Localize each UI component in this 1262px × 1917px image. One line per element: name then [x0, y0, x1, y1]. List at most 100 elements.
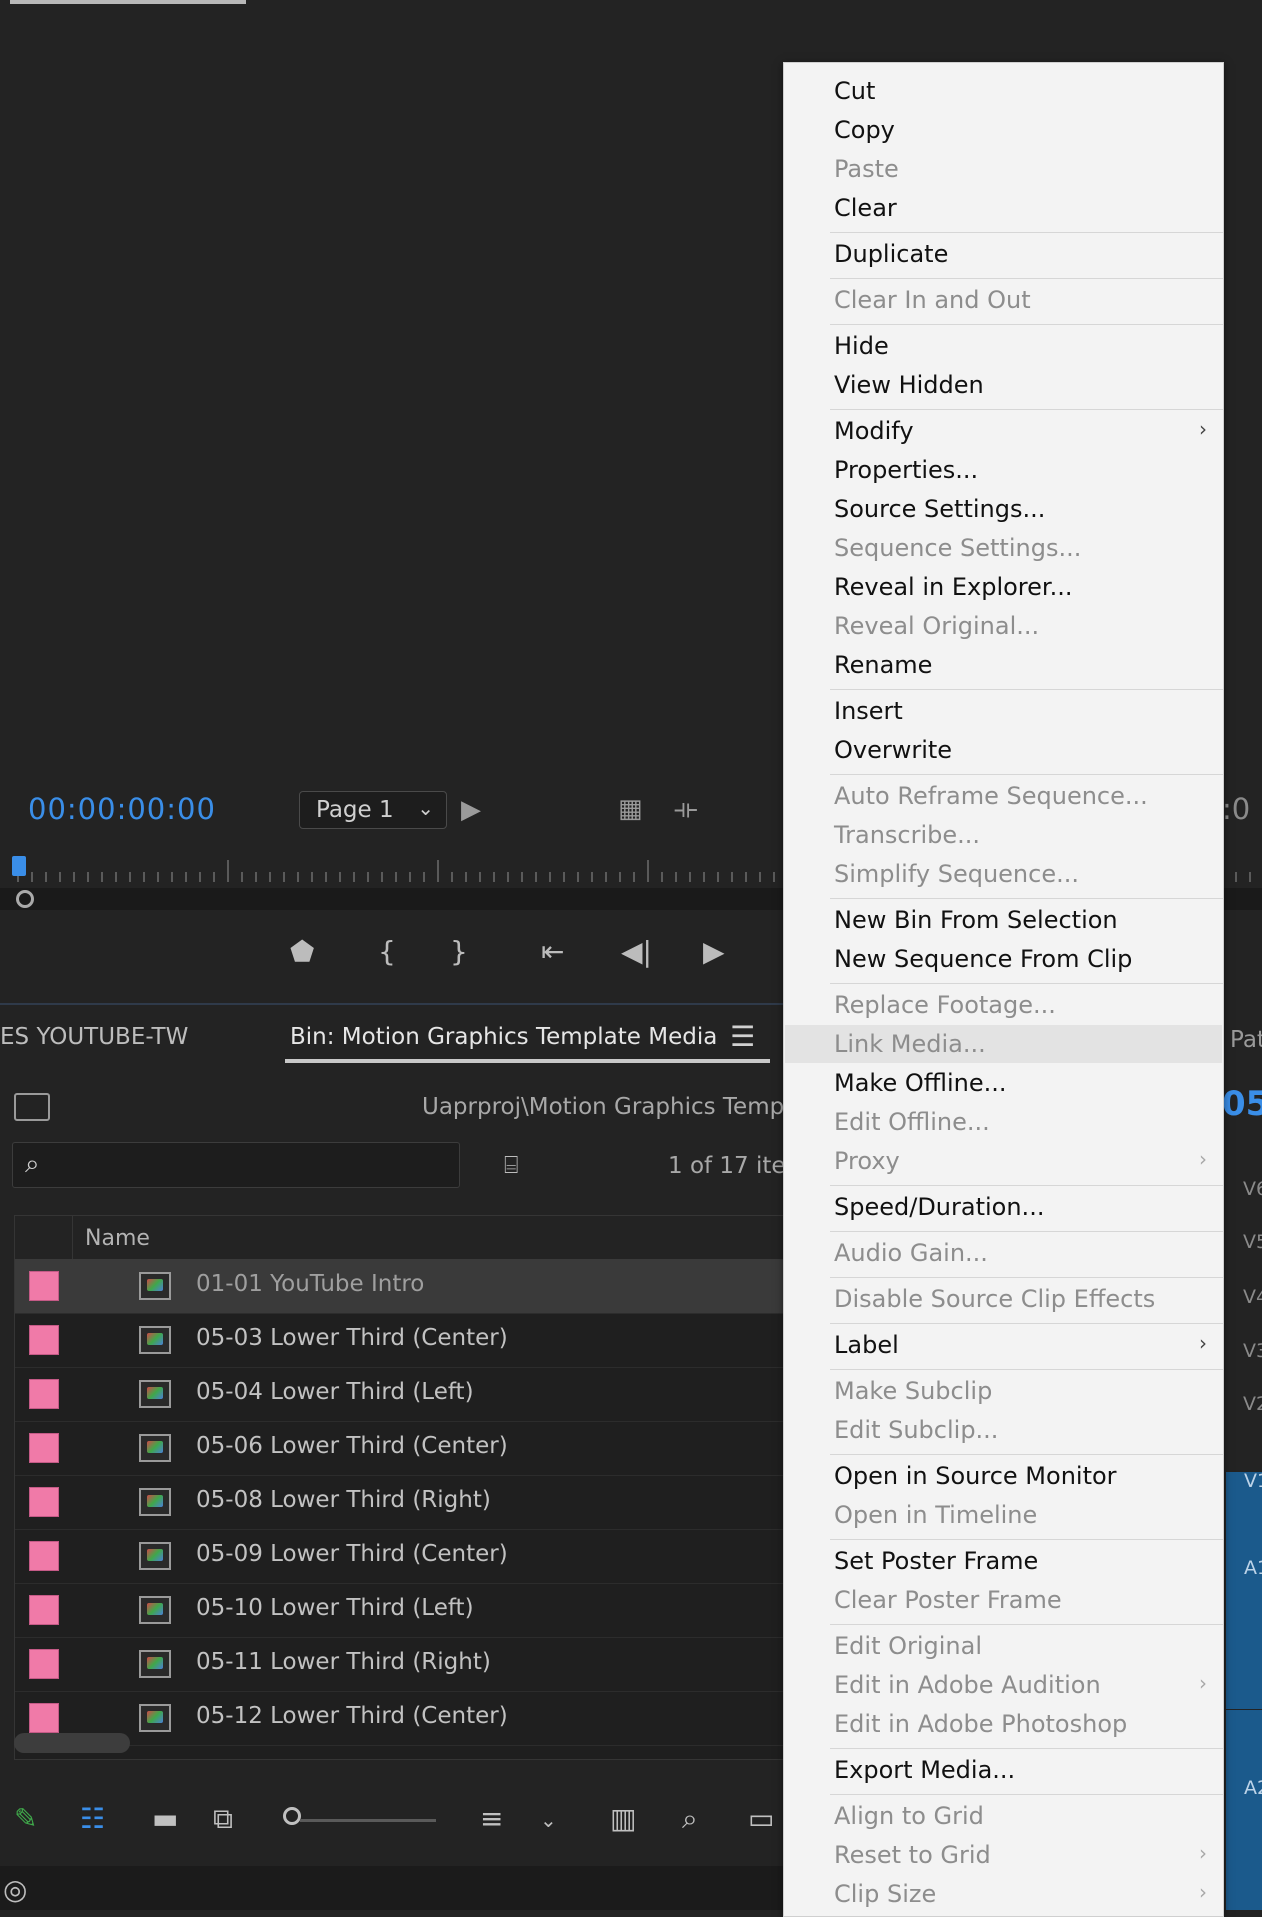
menu-item-clip-size[interactable]: Clip Size — [834, 1880, 936, 1908]
menu-item-view-hidden[interactable]: View Hidden — [834, 371, 984, 399]
menu-item-open-in-timeline[interactable]: Open in Timeline — [834, 1501, 1037, 1529]
freeform-view-icon[interactable]: ⧉ — [213, 1802, 233, 1836]
playhead-timecode[interactable]: 00:00:00:00 — [28, 792, 216, 826]
zoom-slider-track[interactable] — [300, 1819, 436, 1822]
menu-item-edit-in-adobe-photoshop[interactable]: Edit in Adobe Photoshop — [834, 1710, 1127, 1738]
sort-icon[interactable]: ≡ — [480, 1802, 503, 1835]
menu-separator — [830, 324, 1223, 325]
menu-item-edit-subclip[interactable]: Edit Subclip... — [834, 1416, 998, 1444]
menu-item-edit-offline[interactable]: Edit Offline... — [834, 1108, 990, 1136]
menu-item-simplify-sequence[interactable]: Simplify Sequence... — [834, 860, 1079, 888]
menu-item-overwrite[interactable]: Overwrite — [834, 736, 952, 764]
menu-item-edit-in-adobe-audition[interactable]: Edit in Adobe Audition — [834, 1671, 1101, 1699]
list-item[interactable]: 05-10 Lower Third (Left) — [15, 1583, 784, 1638]
menu-item-edit-original[interactable]: Edit Original — [834, 1632, 982, 1660]
menu-item-make-offline[interactable]: Make Offline... — [834, 1069, 1006, 1097]
item-name: 01-01 YouTube Intro — [196, 1271, 425, 1297]
mark-out-icon[interactable]: } — [450, 935, 468, 968]
list-item[interactable]: 05-12 Lower Third (Center) — [15, 1691, 784, 1746]
menu-item-align-to-grid[interactable]: Align to Grid — [834, 1802, 984, 1830]
list-item[interactable]: 05-06 Lower Third (Center) — [15, 1421, 784, 1476]
menu-item-auto-reframe-sequence[interactable]: Auto Reframe Sequence... — [834, 782, 1148, 810]
list-view-icon[interactable]: ☷ — [80, 1802, 105, 1835]
automate-to-sequence-icon[interactable]: ▥ — [610, 1802, 636, 1835]
menu-item-reset-to-grid[interactable]: Reset to Grid — [834, 1841, 991, 1869]
list-item[interactable]: 01-01 YouTube Intro — [15, 1259, 784, 1314]
icon-view-icon[interactable]: ▬ — [152, 1802, 178, 1835]
chevron-down-icon[interactable]: ⌄ — [540, 1808, 557, 1832]
project-item-list[interactable]: Name 01-01 YouTube Intro 05-03 Lower Thir… — [14, 1215, 785, 1760]
track-a-selected[interactable] — [1226, 1710, 1262, 1910]
horizontal-scrollbar[interactable] — [14, 1733, 130, 1753]
add-marker-icon[interactable]: ⬟ — [290, 935, 314, 968]
menu-item-link-media[interactable]: Link Media... — [834, 1030, 986, 1058]
mogrt-clip-icon — [139, 1434, 171, 1462]
list-item[interactable]: 05-11 Lower Third (Right) — [15, 1637, 784, 1692]
menu-separator — [830, 1748, 1223, 1749]
menu-item-set-poster-frame[interactable]: Set Poster Frame — [834, 1547, 1038, 1575]
menu-item-modify[interactable]: Modify — [834, 417, 914, 445]
context-menu[interactable]: Cut Copy Paste Clear Duplicate Clear In and O… — [783, 62, 1224, 1917]
menu-item-proxy[interactable]: Proxy — [834, 1147, 900, 1175]
tab-bin[interactable]: Bin: Motion Graphics Template Media — [290, 1024, 717, 1050]
list-item[interactable]: 05-03 Lower Third (Center) — [15, 1313, 784, 1368]
hamburger-icon[interactable]: ☰ — [730, 1020, 755, 1053]
play-icon[interactable]: ▶ — [703, 935, 725, 968]
menu-item-cut[interactable]: Cut — [834, 77, 875, 105]
menu-item-reveal-original[interactable]: Reveal Original... — [834, 612, 1039, 640]
scroll-handle[interactable] — [16, 890, 34, 908]
menu-item-audio-gain[interactable]: Audio Gain... — [834, 1239, 988, 1267]
column-name-header[interactable]: Name — [85, 1226, 150, 1251]
track-v1-selected[interactable] — [1226, 1472, 1262, 1709]
list-item[interactable]: 05-08 Lower Third (Right) — [15, 1475, 784, 1530]
item-name: 05-10 Lower Third (Left) — [196, 1595, 474, 1621]
menu-item-export-media[interactable]: Export Media... — [834, 1756, 1015, 1784]
menu-item-label[interactable]: Label — [834, 1331, 899, 1359]
film-strip-icon[interactable]: ▦ — [618, 796, 643, 822]
menu-item-paste[interactable]: Paste — [834, 155, 899, 183]
menu-item-clear-poster-frame[interactable]: Clear Poster Frame — [834, 1586, 1062, 1614]
list-item[interactable]: 05-09 Lower Third (Center) — [15, 1529, 784, 1584]
menu-item-copy[interactable]: Copy — [834, 116, 895, 144]
new-bin-icon[interactable]: ▭ — [748, 1802, 774, 1835]
menu-item-transcribe[interactable]: Transcribe... — [834, 821, 980, 849]
label-swatch — [29, 1703, 59, 1733]
menu-item-clear[interactable]: Clear — [834, 194, 897, 222]
menu-item-sequence-settings[interactable]: Sequence Settings... — [834, 534, 1081, 562]
menu-item-duplicate[interactable]: Duplicate — [834, 240, 948, 268]
menu-item-new-sequence-from-clip[interactable]: New Sequence From Clip — [834, 945, 1132, 973]
list-item[interactable]: 05-04 Lower Third (Left) — [15, 1367, 784, 1422]
page-select[interactable]: Page 1 ⌄ — [299, 791, 447, 829]
pencil-icon[interactable]: ✎ — [14, 1802, 37, 1835]
play-triangle-icon[interactable]: ▶ — [461, 797, 481, 823]
mark-in-icon[interactable]: { — [378, 935, 396, 968]
find-magnifier-icon[interactable]: ⌕ — [682, 1802, 698, 1836]
up-folder-icon[interactable] — [14, 1093, 50, 1121]
mogrt-clip-icon — [139, 1272, 171, 1300]
search-input[interactable]: ⌕ — [12, 1142, 460, 1188]
tab-sequence[interactable]: ES YOUTUBE-TW — [0, 1024, 188, 1050]
menu-item-speed-duration[interactable]: Speed/Duration... — [834, 1193, 1044, 1221]
right-panel-tab[interactable]: Pat — [1230, 1027, 1262, 1053]
menu-item-properties[interactable]: Properties... — [834, 456, 978, 484]
menu-item-open-in-source-monitor[interactable]: Open in Source Monitor — [834, 1462, 1117, 1490]
menu-item-hide[interactable]: Hide — [834, 332, 889, 360]
zoom-slider-handle[interactable] — [283, 1807, 301, 1825]
menu-item-make-subclip[interactable]: Make Subclip — [834, 1377, 992, 1405]
go-to-in-icon[interactable]: ⇤ — [541, 935, 564, 968]
menu-item-clear-in-and-out[interactable]: Clear In and Out — [834, 286, 1031, 314]
step-back-icon[interactable]: ◀| — [621, 935, 652, 968]
menu-item-rename[interactable]: Rename — [834, 651, 932, 679]
column-separator — [72, 1216, 73, 1259]
audio-waveform-icon[interactable]: ⟛ — [674, 796, 698, 822]
menu-item-replace-footage[interactable]: Replace Footage... — [834, 991, 1056, 1019]
item-name: 05-03 Lower Third (Center) — [196, 1325, 508, 1351]
menu-item-insert[interactable]: Insert — [834, 697, 903, 725]
creative-cloud-icon[interactable]: ◎ — [3, 1873, 27, 1906]
find-icon[interactable]: ⌸ — [504, 1151, 518, 1179]
menu-item-source-settings[interactable]: Source Settings... — [834, 495, 1045, 523]
menu-item-disable-source-clip-effects[interactable]: Disable Source Clip Effects — [834, 1285, 1155, 1313]
menu-item-reveal-in-explorer[interactable]: Reveal in Explorer... — [834, 573, 1072, 601]
label-swatch — [29, 1541, 59, 1571]
menu-item-new-bin-from-selection[interactable]: New Bin From Selection — [834, 906, 1118, 934]
